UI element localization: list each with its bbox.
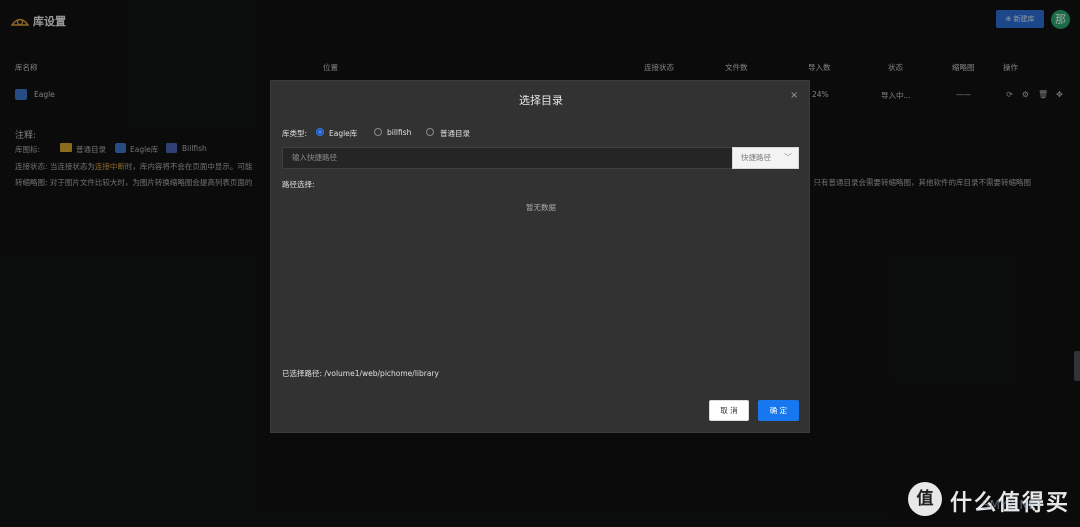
radio-billfish[interactable] (374, 128, 382, 136)
radio-billfish-label[interactable]: billfish (387, 128, 411, 137)
watermark-badge: 值 (908, 482, 942, 516)
close-icon[interactable]: × (790, 90, 798, 101)
watermark-url: SMYZ.NET (982, 498, 1044, 512)
radio-normal-dir[interactable] (426, 128, 434, 136)
selected-path: 已选择路径: /volume1/web/pichome/library (282, 369, 439, 378)
chevron-down-icon: ﹀ (784, 153, 792, 162)
quick-path-select-label: 快捷路径 (741, 153, 771, 162)
cancel-button[interactable]: 取 消 (709, 400, 749, 421)
select-directory-dialog: 选择目录 × 库类型: Eagle库 billfish 普通目录 输入快捷路径 … (270, 80, 810, 433)
quick-path-input[interactable]: 输入快捷路径 (282, 147, 732, 169)
radio-normal-dir-label[interactable]: 普通目录 (440, 128, 470, 139)
library-type-label: 库类型: (282, 129, 308, 138)
path-select-label: 路径选择: (282, 180, 315, 189)
dialog-title: 选择目录 (519, 94, 563, 107)
radio-eagle[interactable] (316, 128, 324, 136)
radio-eagle-label[interactable]: Eagle库 (329, 128, 357, 139)
empty-state-text: 暂无数据 (526, 203, 556, 212)
confirm-button[interactable]: 确 定 (758, 400, 799, 421)
quick-path-select[interactable]: 快捷路径 ﹀ (732, 147, 799, 169)
